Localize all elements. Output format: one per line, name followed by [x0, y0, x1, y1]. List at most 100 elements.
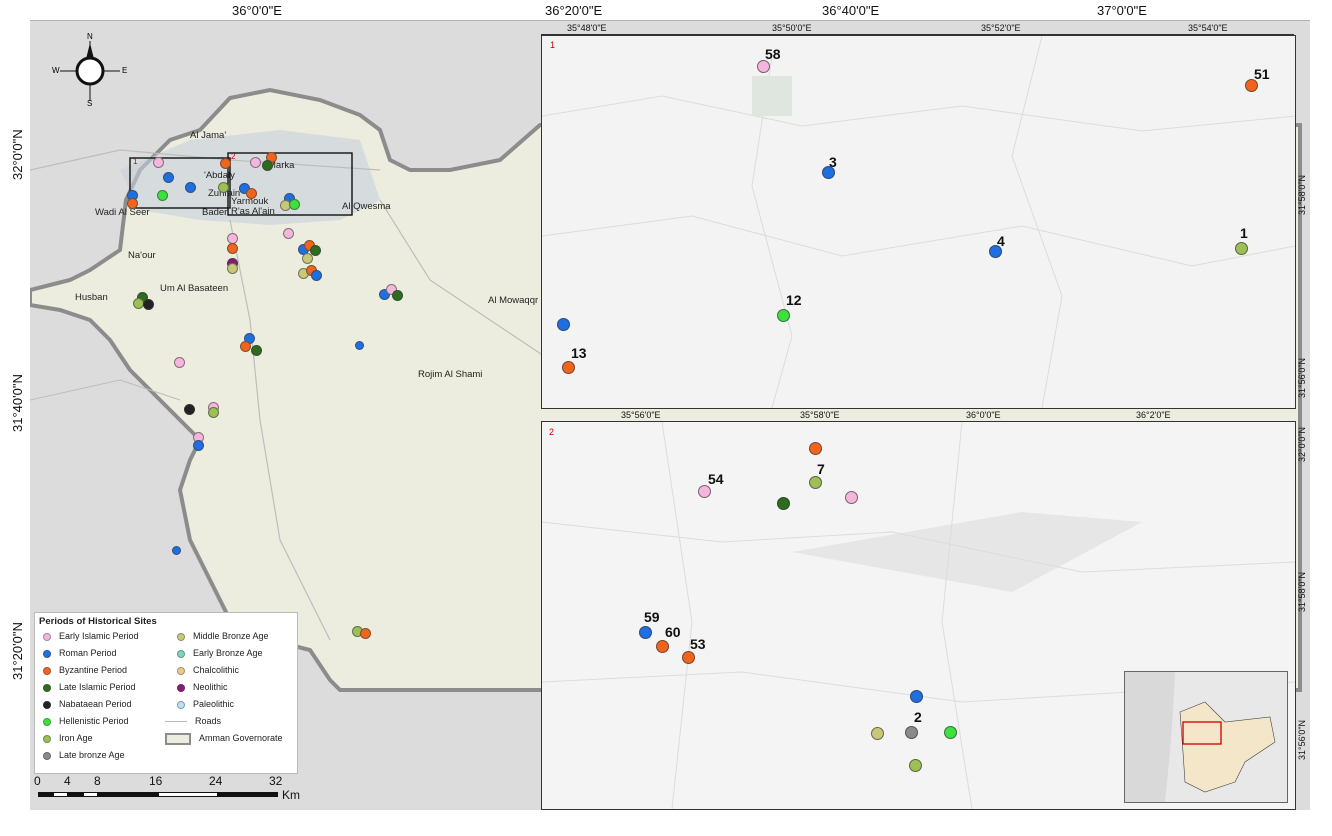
site-marker[interactable] — [302, 253, 313, 264]
inset-2-label: 2 — [549, 427, 555, 437]
site-label-1: 1 — [1240, 225, 1248, 241]
site-early-islamic-unlabeled[interactable] — [845, 491, 858, 504]
town-um-al-basateen: Um Al Basateen — [160, 283, 229, 294]
site-label-54: 54 — [708, 471, 724, 487]
site-byzantine-unlabeled[interactable] — [809, 442, 822, 455]
scale-label-4: 4 — [64, 774, 71, 788]
legend-item-iron-age: Iron Age — [43, 732, 93, 744]
legend-item-roads: Roads — [165, 715, 221, 727]
inset-1-topbar — [541, 18, 1294, 35]
site-marker[interactable] — [185, 182, 196, 193]
legend-label: Early Bronze Age — [193, 648, 263, 658]
site-roman-unlabeled[interactable] — [557, 318, 570, 331]
site-marker[interactable] — [360, 628, 371, 639]
site-hellenistic-unlabeled[interactable] — [944, 726, 957, 739]
coord-top-2: 36°20'0"E — [545, 3, 603, 18]
legend-label: Iron Age — [59, 733, 93, 743]
coord-top-4: 37°0'0"E — [1097, 3, 1147, 18]
west-label: W — [52, 66, 60, 75]
site-marker[interactable] — [283, 228, 294, 239]
site-marker[interactable] — [174, 357, 185, 368]
inset-1-coord-top-4: 35°54'0"E — [1188, 23, 1228, 33]
site-label-13: 13 — [571, 345, 587, 361]
inset-map-1[interactable] — [541, 35, 1296, 409]
roads-line-icon — [165, 721, 187, 723]
site-middle-bronze-unlabeled[interactable] — [871, 727, 884, 740]
east-label: E — [122, 66, 128, 75]
legend-symbol — [43, 649, 51, 658]
site-marker[interactable] — [220, 158, 231, 169]
site-iron-age-unlabeled[interactable] — [909, 759, 922, 772]
scale-segment — [218, 792, 278, 797]
legend-symbol — [43, 751, 51, 760]
site-marker[interactable] — [157, 190, 168, 201]
site-marker[interactable] — [250, 157, 261, 168]
site-marker[interactable] — [218, 182, 229, 193]
inset-1-coord-top-1: 35°48'0"E — [567, 23, 607, 33]
site-marker[interactable] — [153, 157, 164, 168]
site-60[interactable] — [656, 640, 669, 653]
scale-unit: Km — [282, 788, 300, 802]
site-marker[interactable] — [227, 263, 238, 274]
legend-item-early-bronze: Early Bronze Age — [177, 647, 263, 659]
site-marker[interactable] — [262, 160, 273, 171]
legend-label: Byzantine Period — [59, 665, 128, 675]
site-marker[interactable] — [193, 440, 204, 451]
site-marker[interactable] — [143, 299, 154, 310]
legend-symbol — [177, 683, 185, 692]
legend-label: Roman Period — [59, 648, 117, 658]
site-13[interactable] — [562, 361, 575, 374]
site-marker[interactable] — [355, 341, 364, 350]
site-marker[interactable] — [311, 270, 322, 281]
site-marker[interactable] — [240, 341, 251, 352]
site-12[interactable] — [777, 309, 790, 322]
site-marker[interactable] — [208, 407, 219, 418]
legend-label: Roads — [195, 716, 222, 726]
site-label-3: 3 — [829, 154, 837, 170]
legend-item-middle-bronze: Middle Bronze Age — [177, 630, 269, 642]
site-1[interactable] — [1235, 242, 1248, 255]
site-marker[interactable] — [227, 243, 238, 254]
site-label-2: 2 — [914, 709, 922, 725]
town-ras-al-ain: R'as Al'ain — [231, 206, 275, 217]
site-2[interactable] — [905, 726, 918, 739]
scale-segment — [83, 792, 98, 797]
scale-label-24: 24 — [209, 774, 223, 788]
frame-1-label: 1 — [133, 157, 138, 166]
inset-2-coord-right-3: 31°56'0"N — [1297, 719, 1307, 760]
legend-item-late-bronze: Late bronze Age — [43, 749, 125, 761]
site-marker[interactable] — [251, 345, 262, 356]
site-7[interactable] — [809, 476, 822, 489]
site-marker[interactable] — [246, 188, 257, 199]
site-late-islamic-unlabeled[interactable] — [777, 497, 790, 510]
site-53[interactable] — [682, 651, 695, 664]
inset-2-coord-right-2: 31°58'0"N — [1297, 571, 1307, 612]
town-bader: Bader — [202, 207, 228, 218]
inset-1-coord-top-3: 35°52'0"E — [981, 23, 1021, 33]
inset-2-coord-top-4: 36°2'0"E — [1136, 410, 1171, 420]
legend-item-paleolithic: Paleolithic — [177, 698, 234, 710]
site-marker[interactable] — [289, 199, 300, 210]
inset-2-coord-top-1: 35°56'0"E — [621, 410, 661, 420]
site-59[interactable] — [639, 626, 652, 639]
site-marker[interactable] — [163, 172, 174, 183]
inset-2-coord-top-2: 35°58'0"E — [800, 410, 840, 420]
scale-segment — [38, 792, 53, 797]
site-marker[interactable] — [392, 290, 403, 301]
site-marker[interactable] — [172, 546, 181, 555]
site-roman-unlabeled-2[interactable] — [910, 690, 923, 703]
site-marker[interactable] — [184, 404, 195, 415]
scale-bar: 0 4 8 16 24 32 Km — [34, 774, 314, 804]
site-label-60: 60 — [665, 624, 681, 640]
scale-segment — [68, 792, 83, 797]
town-abdaly: 'Abdaly — [204, 170, 235, 181]
town-naour: Na'our — [128, 250, 156, 261]
legend-symbol — [43, 717, 51, 726]
site-marker[interactable] — [127, 198, 138, 209]
scale-label-16: 16 — [149, 774, 163, 788]
site-label-4: 4 — [997, 233, 1005, 249]
legend-label: Amman Governorate — [199, 733, 283, 743]
inset-1-coord-right-1: 31°58'0"N — [1297, 174, 1307, 215]
legend-label: Hellenistic Period — [59, 716, 129, 726]
legend-item-late-islamic: Late Islamic Period — [43, 681, 136, 693]
